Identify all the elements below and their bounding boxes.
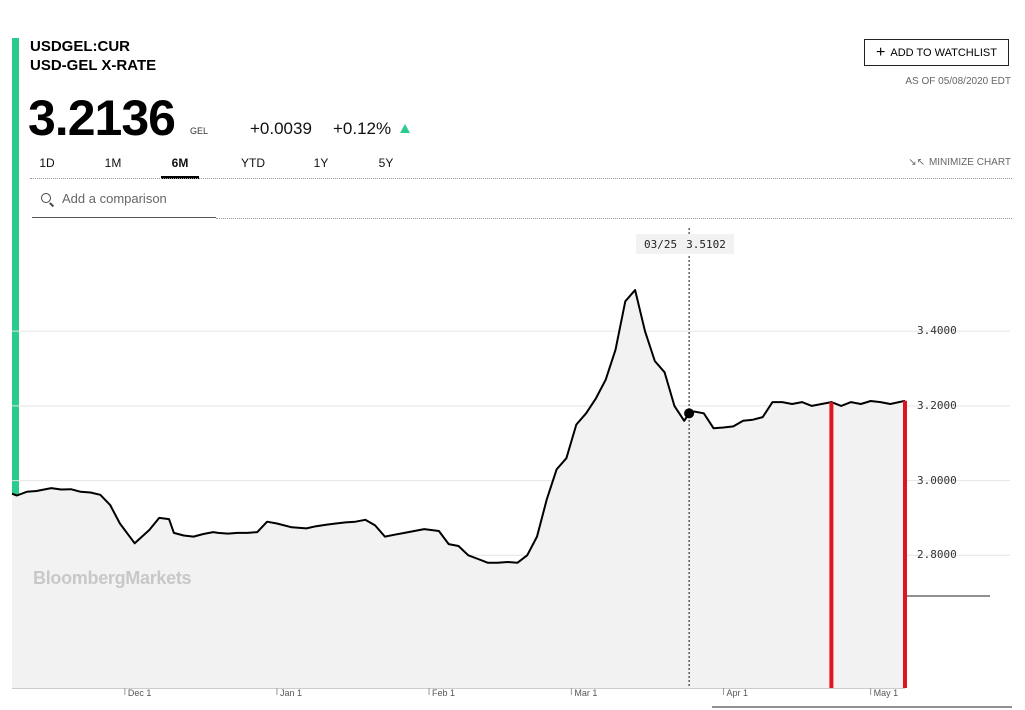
y-tick-label: 2.8000: [917, 548, 957, 562]
x-tick-label: Feb 1: [432, 688, 456, 698]
y-tick-label: 3.4000: [917, 324, 957, 338]
x-tick-label: May 1: [873, 688, 899, 698]
tooltip-date: 03/25: [644, 237, 678, 251]
x-tick-label: Apr 1: [726, 688, 748, 698]
y-tick-label: 3.0000: [917, 473, 957, 487]
bloomberg-watermark: BloombergMarkets: [33, 568, 192, 588]
x-tick-label: Jan 1: [279, 688, 302, 698]
x-tick-label: Dec 1: [127, 688, 152, 698]
x-tick-label: Mar 1: [574, 688, 598, 698]
series-area: [12, 290, 905, 688]
y-tick-label: 3.2000: [917, 398, 957, 412]
chart-tooltip: 03/25 3.5102: [636, 234, 734, 254]
price-chart[interactable]: [0, 0, 1025, 710]
peak-point: [684, 408, 695, 419]
tooltip-value: 3.5102: [686, 237, 726, 251]
